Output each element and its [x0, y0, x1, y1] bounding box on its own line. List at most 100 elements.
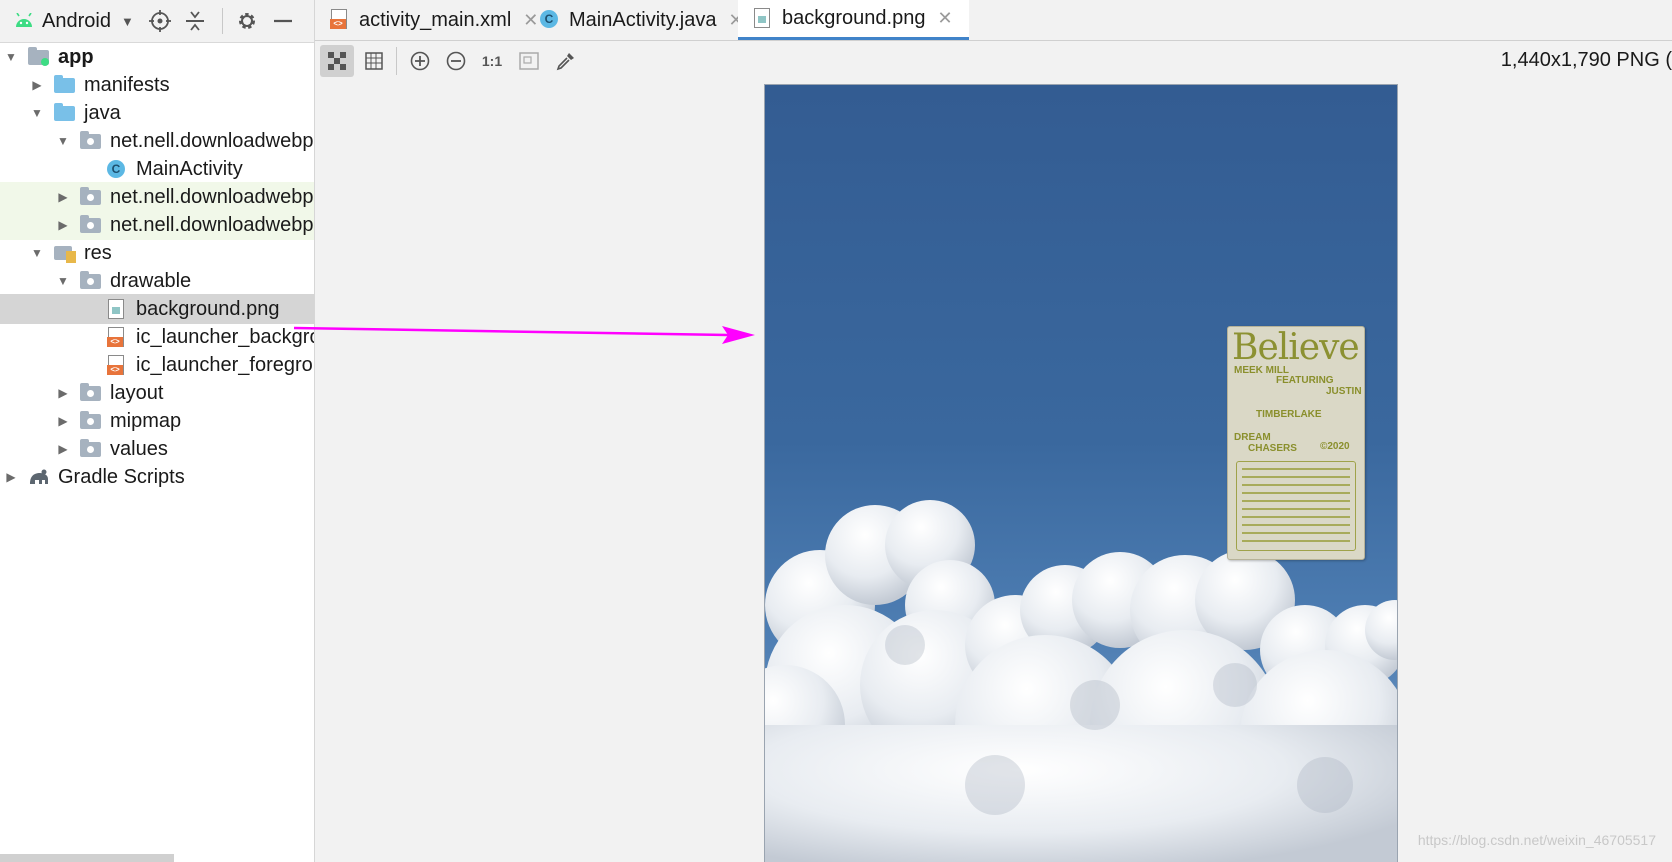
tree-item-ic-launcher-foreground[interactable]: <> ic_launcher_foregrou	[0, 350, 314, 380]
tab-label: background.png	[782, 7, 926, 29]
close-icon[interactable]: ✕	[937, 8, 952, 29]
tab-mainactivity-java[interactable]: C MainActivity.java ✕	[539, 0, 744, 40]
tree-item-res[interactable]: ▼ res	[0, 238, 314, 268]
horizontal-scrollbar[interactable]	[0, 854, 174, 862]
project-panel: Android ▼ ▼ app ▶ manifests ▼ java ▼ net…	[0, 0, 315, 862]
tree-item-label: layout	[110, 381, 164, 404]
package-icon	[80, 187, 102, 207]
minimize-icon[interactable]	[272, 10, 294, 32]
zoom-out-button[interactable]	[439, 45, 473, 77]
tab-label: activity_main.xml	[359, 8, 512, 31]
grid-icon	[365, 52, 383, 70]
label-text: TIMBERLAKE	[1256, 409, 1322, 420]
tree-item-label: res	[84, 241, 112, 264]
chevron-down-icon: ▼	[120, 13, 134, 29]
tree-item-layout[interactable]: ▶ layout	[0, 378, 314, 408]
chevron-right-icon[interactable]: ▶	[56, 414, 70, 428]
chevron-down-icon[interactable]: ▼	[56, 134, 70, 148]
gradle-icon	[28, 467, 50, 487]
tab-activity-main-xml[interactable]: <> activity_main.xml ✕	[329, 0, 538, 40]
watermark: https://blog.csdn.net/weixin_46705517	[1417, 832, 1656, 848]
eyedropper-icon	[556, 53, 574, 71]
zoom-in-button[interactable]	[403, 45, 437, 77]
tree-item-package-main[interactable]: ▼ net.nell.downloadwebp	[0, 126, 314, 156]
tree-item-ic-launcher-background[interactable]: <> ic_launcher_backgro	[0, 322, 314, 352]
chevron-down-icon[interactable]: ▼	[30, 246, 44, 260]
tree-item-drawable[interactable]: ▼ drawable	[0, 266, 314, 296]
chevron-down-icon[interactable]: ▼	[30, 106, 44, 120]
tree-item-label: manifests	[84, 73, 170, 96]
image-preview: Believe MEEK MILL FEATURING JUSTIN TIMBE…	[764, 84, 1398, 862]
fit-zoom-button[interactable]	[512, 45, 546, 77]
tree-item-label: values	[110, 437, 168, 460]
collapse-all-icon[interactable]	[184, 10, 206, 32]
crosshair-icon[interactable]	[149, 10, 171, 32]
folder-icon	[54, 103, 76, 123]
chevron-right-icon[interactable]: ▶	[4, 470, 18, 484]
tree-item-values[interactable]: ▶ values	[0, 434, 314, 464]
tree-item-label: background.png	[136, 297, 280, 320]
tab-background-png[interactable]: background.png ✕	[738, 0, 969, 40]
tree-item-label: ic_launcher_foregrou	[136, 353, 315, 376]
module-folder-icon	[28, 47, 50, 67]
tree-item-java[interactable]: ▼ java	[0, 98, 314, 128]
image-info-label: 1,440x1,790 PNG (	[1500, 49, 1672, 71]
xml-file-icon: <>	[329, 9, 349, 31]
label-title: Believe	[1232, 327, 1360, 368]
chessboard-toggle[interactable]	[320, 45, 354, 77]
tree-item-label: Gradle Scripts	[58, 465, 185, 488]
tree-item-background-png[interactable]: background.png	[0, 294, 314, 324]
tree-item-label: net.nell.downloadwebp	[110, 185, 314, 208]
toolbar-divider	[396, 47, 397, 75]
folder-icon	[80, 271, 102, 291]
tree-item-label: drawable	[110, 269, 192, 292]
chevron-right-icon[interactable]: ▶	[56, 386, 70, 400]
label-text: CHASERS	[1248, 443, 1297, 454]
tree-item-mainactivity[interactable]: C MainActivity	[0, 154, 314, 184]
tree-item-package-androidtest[interactable]: ▶ net.nell.downloadwebp	[0, 182, 314, 212]
fit-window-icon	[519, 52, 539, 70]
chevron-right-icon[interactable]: ▶	[56, 442, 70, 456]
package-icon	[80, 131, 102, 151]
tree-item-gradle-scripts[interactable]: ▶ Gradle Scripts	[0, 462, 314, 492]
package-icon	[80, 215, 102, 235]
chevron-down-icon[interactable]: ▼	[56, 274, 70, 288]
tree-item-label: MainActivity	[136, 157, 243, 180]
zoom-out-icon	[446, 51, 466, 71]
chessboard-icon	[328, 52, 346, 70]
zoom-in-icon	[410, 51, 430, 71]
tree-item-package-test[interactable]: ▶ net.nell.downloadwebp	[0, 210, 314, 240]
image-editor-toolbar: 1:1 1,440x1,790 PNG (	[315, 41, 1672, 81]
chevron-right-icon[interactable]: ▶	[56, 218, 70, 232]
label-text: ©2020	[1320, 441, 1350, 452]
close-icon[interactable]: ✕	[523, 10, 538, 31]
chevron-down-icon[interactable]: ▼	[4, 50, 18, 64]
color-picker-button[interactable]	[549, 45, 583, 77]
editor-tabs: <> activity_main.xml ✕ C MainActivity.ja…	[315, 0, 1672, 41]
label-fine-print	[1236, 461, 1356, 551]
tree-item-label: java	[84, 101, 121, 124]
grid-toggle[interactable]	[357, 45, 391, 77]
actual-size-button[interactable]: 1:1	[475, 45, 509, 77]
tree-item-label: ic_launcher_backgro	[136, 325, 315, 348]
folder-icon	[54, 75, 76, 95]
chevron-right-icon[interactable]: ▶	[56, 190, 70, 204]
label-text: JUSTIN	[1326, 386, 1362, 397]
tree-item-manifests[interactable]: ▶ manifests	[0, 70, 314, 100]
tree-item-label: net.nell.downloadwebp	[110, 213, 314, 236]
gear-icon[interactable]	[236, 10, 258, 32]
tree-item-mipmap[interactable]: ▶ mipmap	[0, 406, 314, 436]
project-view-label: Android	[42, 9, 111, 32]
label-text: DREAM	[1234, 432, 1271, 443]
xml-file-icon: <>	[106, 355, 128, 375]
project-view-selector[interactable]: Android ▼	[14, 7, 134, 35]
album-label-card: Believe MEEK MILL FEATURING JUSTIN TIMBE…	[1227, 326, 1365, 560]
label-text: FEATURING	[1276, 375, 1334, 386]
tree-item-app[interactable]: ▼ app	[0, 42, 314, 72]
resource-folder-icon	[54, 243, 76, 263]
tree-item-label: mipmap	[110, 409, 182, 432]
folder-icon	[80, 383, 102, 403]
chevron-right-icon[interactable]: ▶	[30, 78, 44, 92]
class-icon: C	[539, 9, 559, 31]
folder-icon	[80, 411, 102, 431]
